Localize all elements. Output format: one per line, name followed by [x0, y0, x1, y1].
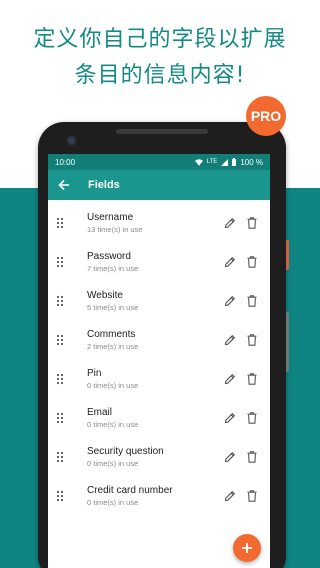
field-row[interactable]: Security question 0 time(s) in use — [48, 438, 270, 477]
field-name: Security question — [87, 446, 164, 457]
field-name: Credit card number — [87, 485, 173, 496]
field-text: Email 0 time(s) in use — [87, 406, 138, 430]
wifi-icon — [194, 158, 203, 166]
pencil-icon[interactable] — [224, 451, 236, 463]
field-usage: 5 time(s) in use — [87, 303, 139, 312]
field-row[interactable]: Pin 0 time(s) in use — [48, 360, 270, 399]
pencil-icon[interactable] — [224, 490, 236, 502]
field-usage: 0 time(s) in use — [87, 459, 139, 468]
trash-icon[interactable] — [247, 256, 257, 268]
network-label: LTE — [206, 159, 218, 165]
status-time: 10:00 — [55, 157, 76, 167]
page-title: Fields — [88, 179, 120, 191]
phone-camera — [68, 137, 75, 144]
drag-handle-icon[interactable] — [56, 256, 64, 268]
field-usage: 7 time(s) in use — [87, 264, 139, 273]
battery-label: 100 % — [240, 157, 263, 167]
field-row[interactable]: Username 13 time(s) in use — [48, 204, 270, 243]
pencil-icon[interactable] — [224, 412, 236, 424]
promo-headline: 定义你自己的字段以扩展 条目的信息内容! — [0, 22, 320, 94]
field-name: Username — [87, 212, 134, 223]
battery-icon — [232, 158, 237, 166]
fields-list: Username 13 time(s) in use Password 7 ti… — [48, 200, 270, 516]
field-usage: 0 time(s) in use — [87, 381, 139, 390]
arrow-left-icon[interactable] — [58, 178, 72, 192]
field-name: Website — [87, 290, 123, 301]
promo-line-1: 定义你自己的字段以扩展 — [33, 27, 287, 52]
plus-icon — [242, 543, 252, 553]
add-field-button[interactable] — [233, 534, 261, 562]
pencil-icon[interactable] — [224, 334, 236, 346]
promo-line-2: 条目的信息内容! — [74, 63, 246, 88]
field-row[interactable]: Website 5 time(s) in use — [48, 282, 270, 321]
app-screen: 10:00 LTE 100 % Fields Username 13 time(… — [48, 154, 270, 568]
field-usage: 2 time(s) in use — [87, 342, 139, 351]
field-text: Website 5 time(s) in use — [87, 289, 138, 313]
field-text: Credit card number 0 time(s) in use — [87, 484, 173, 508]
drag-handle-icon[interactable] — [56, 217, 64, 229]
phone-speaker — [116, 129, 208, 134]
pencil-icon[interactable] — [224, 217, 236, 229]
field-name: Pin — [87, 368, 102, 379]
field-row[interactable]: Comments 2 time(s) in use — [48, 321, 270, 360]
field-row[interactable]: Email 0 time(s) in use — [48, 399, 270, 438]
pencil-icon[interactable] — [224, 295, 236, 307]
signal-icon — [221, 158, 229, 166]
trash-icon[interactable] — [247, 490, 257, 502]
drag-handle-icon[interactable] — [56, 412, 64, 424]
trash-icon[interactable] — [247, 451, 257, 463]
field-usage: 13 time(s) in use — [87, 225, 143, 234]
field-name: Email — [87, 407, 113, 418]
drag-handle-icon[interactable] — [56, 295, 64, 307]
field-usage: 0 time(s) in use — [87, 498, 139, 507]
drag-handle-icon[interactable] — [56, 334, 64, 346]
status-bar: 10:00 LTE 100 % — [48, 154, 270, 170]
field-text: Comments 2 time(s) in use — [87, 328, 138, 352]
trash-icon[interactable] — [247, 295, 257, 307]
field-usage: 0 time(s) in use — [87, 420, 139, 429]
pencil-icon[interactable] — [224, 373, 236, 385]
field-text: Security question 0 time(s) in use — [87, 445, 164, 469]
field-row[interactable]: Password 7 time(s) in use — [48, 243, 270, 282]
app-bar: Fields — [48, 170, 270, 200]
pencil-icon[interactable] — [224, 256, 236, 268]
field-row[interactable]: Credit card number 0 time(s) in use — [48, 477, 270, 516]
trash-icon[interactable] — [247, 373, 257, 385]
drag-handle-icon[interactable] — [56, 373, 64, 385]
trash-icon[interactable] — [247, 217, 257, 229]
drag-handle-icon[interactable] — [56, 490, 64, 502]
field-text: Password 7 time(s) in use — [87, 250, 138, 274]
trash-icon[interactable] — [247, 334, 257, 346]
drag-handle-icon[interactable] — [56, 451, 64, 463]
field-text: Pin 0 time(s) in use — [87, 367, 138, 391]
field-name: Comments — [87, 329, 136, 340]
pro-badge: PRO — [246, 96, 286, 136]
field-name: Password — [87, 251, 131, 262]
trash-icon[interactable] — [247, 412, 257, 424]
status-indicators: LTE 100 % — [194, 157, 263, 167]
field-text: Username 13 time(s) in use — [87, 211, 142, 235]
power-button — [286, 240, 289, 270]
volume-button — [286, 312, 289, 372]
